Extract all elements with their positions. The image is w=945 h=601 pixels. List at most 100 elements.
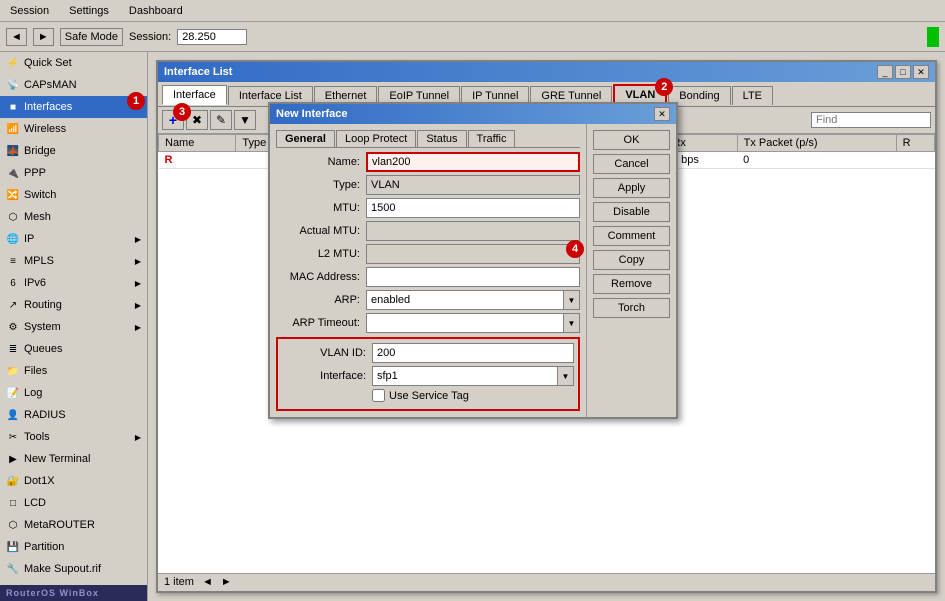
sidebar-item-wireless[interactable]: 📶 Wireless <box>0 118 147 140</box>
sidebar: ⚡ Quick Set 📡 CAPsMAN ■ Interfaces 1 📶 W… <box>0 52 148 601</box>
interface-value[interactable] <box>373 367 557 385</box>
vlan-id-row: VLAN ID: <box>282 343 574 363</box>
window-title: Interface List <box>164 66 232 78</box>
interface-select[interactable]: ▼ <box>372 366 574 386</box>
dialog-tab-status[interactable]: Status <box>417 130 466 147</box>
session-input[interactable] <box>177 29 247 45</box>
dialog-tab-loop-protect[interactable]: Loop Protect <box>336 130 416 147</box>
content-area: Interface List _ □ ✕ Interface Interface… <box>148 52 945 601</box>
type-input <box>366 175 580 195</box>
sidebar-item-label: LCD <box>24 497 46 509</box>
sidebar-item-queues[interactable]: ≣ Queues <box>0 338 147 360</box>
sidebar-item-label: Bridge <box>24 145 56 157</box>
sidebar-item-label: CAPsMAN <box>24 79 77 91</box>
safemode-button[interactable]: Safe Mode <box>60 28 123 46</box>
edit-button[interactable]: ✎ <box>210 110 232 130</box>
find-input[interactable] <box>811 112 931 128</box>
arp-dropdown[interactable]: ▼ <box>563 291 579 309</box>
dialog-close-button[interactable]: ✕ <box>654 107 670 121</box>
interface-dropdown[interactable]: ▼ <box>557 367 573 385</box>
system-arrow: ▶ <box>135 323 141 332</box>
sidebar-item-label: Queues <box>24 343 63 355</box>
sidebar-item-dot1x[interactable]: 🔐 Dot1X <box>0 470 147 492</box>
arp-select[interactable]: ▼ <box>366 290 580 310</box>
sidebar-item-lcd[interactable]: □ LCD <box>0 492 147 514</box>
vlan-id-input[interactable] <box>372 343 574 363</box>
maximize-button[interactable]: □ <box>895 65 911 79</box>
l2mtu-input <box>366 244 580 264</box>
tab-interface[interactable]: Interface <box>162 85 227 105</box>
sidebar-item-files[interactable]: 📁 Files <box>0 360 147 382</box>
ipv6-arrow: ▶ <box>135 279 141 288</box>
sidebar-item-routing[interactable]: ↗ Routing ▶ <box>0 294 147 316</box>
dialog-tab-traffic[interactable]: Traffic <box>468 130 516 147</box>
close-button[interactable]: ✕ <box>913 65 929 79</box>
mac-input[interactable] <box>366 267 580 287</box>
arp-value[interactable] <box>367 291 563 309</box>
apply-button[interactable]: Apply <box>593 178 670 198</box>
tab-lte[interactable]: LTE <box>732 86 773 105</box>
sidebar-item-mpls[interactable]: ≡ MPLS ▶ <box>0 250 147 272</box>
l2mtu-label: L2 MTU: <box>276 248 366 260</box>
forward-button[interactable]: ► <box>33 28 54 46</box>
sidebar-item-ipv6[interactable]: 6 IPv6 ▶ <box>0 272 147 294</box>
remove-button[interactable]: Remove <box>593 274 670 294</box>
cancel-button[interactable]: Cancel <box>593 154 670 174</box>
sidebar-item-interfaces[interactable]: ■ Interfaces 1 <box>0 96 147 118</box>
comment-button[interactable]: Comment <box>593 226 670 246</box>
main-container: ⚡ Quick Set 📡 CAPsMAN ■ Interfaces 1 📶 W… <box>0 52 945 601</box>
sidebar-item-capsman[interactable]: 📡 CAPsMAN <box>0 74 147 96</box>
partition-icon: 💾 <box>6 542 20 553</box>
torch-button[interactable]: Torch <box>593 298 670 318</box>
system-icon: ⚙ <box>6 322 20 333</box>
interface-label: Interface: <box>282 370 372 382</box>
add-button[interactable]: + 3 <box>162 110 184 130</box>
ip-arrow: ▶ <box>135 235 141 244</box>
sidebar-item-newterminal[interactable]: ▶ New Terminal <box>0 448 147 470</box>
arp-timeout-value[interactable] <box>367 314 563 332</box>
scroll-right[interactable]: ► <box>221 576 232 588</box>
sidebar-item-tools[interactable]: ✂ Tools ▶ <box>0 426 147 448</box>
sidebar-item-ppp[interactable]: 🔌 PPP <box>0 162 147 184</box>
mpls-icon: ≡ <box>6 256 20 267</box>
metarouter-icon: ⬡ <box>6 520 20 531</box>
sidebar-item-bridge[interactable]: 🌉 Bridge <box>0 140 147 162</box>
sidebar-item-system[interactable]: ⚙ System ▶ <box>0 316 147 338</box>
menu-settings[interactable]: Settings <box>63 3 115 19</box>
dialog-form: General Loop Protect Status Traffic Name… <box>270 124 586 417</box>
sidebar-item-makesupout[interactable]: 🔧 Make Supout.rif <box>0 558 147 580</box>
interfaces-icon: ■ <box>6 102 20 113</box>
sidebar-item-mesh[interactable]: ⬡ Mesh <box>0 206 147 228</box>
use-service-tag-checkbox[interactable] <box>372 389 385 402</box>
sidebar-item-switch[interactable]: 🔀 Switch <box>0 184 147 206</box>
main-toolbar: ◄ ► Safe Mode Session: <box>0 22 945 52</box>
sidebar-item-quickset[interactable]: ⚡ Quick Set <box>0 52 147 74</box>
sidebar-item-partition[interactable]: 💾 Partition <box>0 536 147 558</box>
sidebar-item-label: New Terminal <box>24 453 90 465</box>
mtu-input[interactable] <box>366 198 580 218</box>
minimize-button[interactable]: _ <box>877 65 893 79</box>
sidebar-item-log[interactable]: 📝 Log <box>0 382 147 404</box>
sidebar-item-label: Mesh <box>24 211 51 223</box>
sidebar-item-ip[interactable]: 🌐 IP ▶ <box>0 228 147 250</box>
sidebar-item-radius[interactable]: 👤 RADIUS <box>0 404 147 426</box>
ok-button[interactable]: OK <box>593 130 670 150</box>
menu-session[interactable]: Session <box>4 3 55 19</box>
sidebar-item-label: Make Supout.rif <box>24 563 101 575</box>
copy-button[interactable]: Copy <box>593 250 670 270</box>
back-button[interactable]: ◄ <box>6 28 27 46</box>
sidebar-item-label: System <box>24 321 61 333</box>
col-tx-packet: Tx Packet (p/s) <box>737 135 896 152</box>
dialog-tab-general[interactable]: General <box>276 130 335 147</box>
sidebar-item-label: Quick Set <box>24 57 72 69</box>
scroll-left[interactable]: ◄ <box>202 576 213 588</box>
name-input[interactable] <box>366 152 580 172</box>
wireless-icon: 📶 <box>6 124 20 135</box>
arp-timeout-dropdown[interactable]: ▼ <box>563 314 579 332</box>
disable-button[interactable]: Disable <box>593 202 670 222</box>
filter-button[interactable]: ▼ <box>234 110 256 130</box>
sidebar-item-metarouter[interactable]: ⬡ MetaROUTER <box>0 514 147 536</box>
new-interface-dialog: New Interface ✕ General Loop Protect Sta… <box>268 102 678 419</box>
arp-timeout-select[interactable]: ▼ <box>366 313 580 333</box>
menu-dashboard[interactable]: Dashboard <box>123 3 189 19</box>
